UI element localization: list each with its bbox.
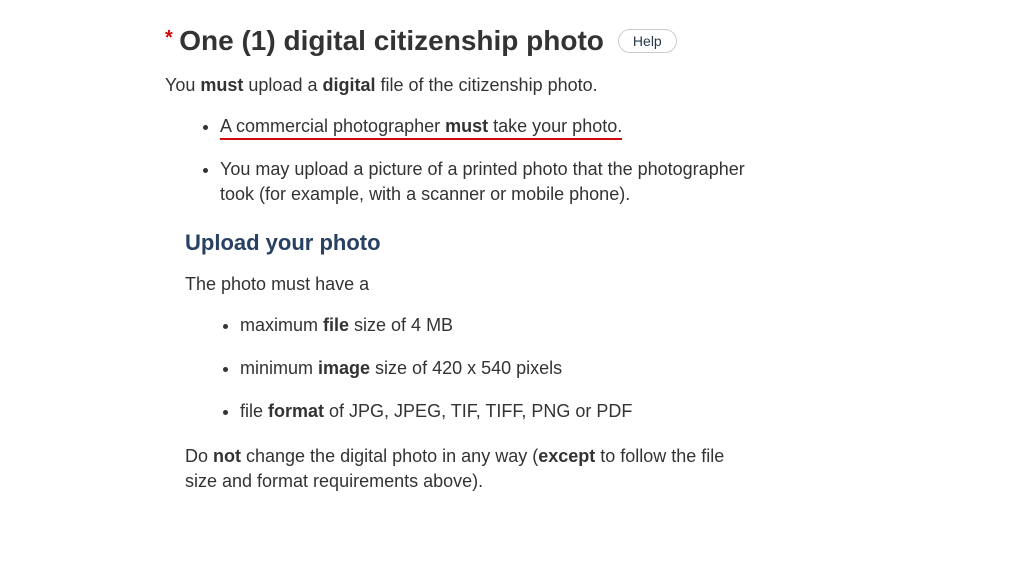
text: A commercial photographer xyxy=(220,116,445,136)
sub-intro-text: The photo must have a xyxy=(185,274,1024,295)
help-button[interactable]: Help xyxy=(618,29,677,53)
text-bold: image xyxy=(318,358,370,378)
text: take your photo. xyxy=(488,116,622,136)
list-item: file format of JPG, JPEG, TIF, TIFF, PNG… xyxy=(240,399,1024,424)
text-bold: digital xyxy=(322,75,375,95)
text: You xyxy=(165,75,200,95)
list-item: minimum image size of 420 x 540 pixels xyxy=(240,356,1024,381)
list-item: A commercial photographer must take your… xyxy=(220,114,760,139)
text: change the digital photo in any way ( xyxy=(241,446,538,466)
heading-row: * One (1) digital citizenship photo Help xyxy=(165,25,1024,57)
text-bold: must xyxy=(445,116,488,136)
text-bold: format xyxy=(268,401,324,421)
closing-text: Do not change the digital photo in any w… xyxy=(185,444,725,494)
text: Do xyxy=(185,446,213,466)
main-list: A commercial photographer must take your… xyxy=(165,114,1024,208)
text: file xyxy=(240,401,268,421)
text: maximum xyxy=(240,315,323,335)
text: size of 420 x 540 pixels xyxy=(370,358,562,378)
intro-text: You must upload a digital file of the ci… xyxy=(165,75,1024,96)
text-bold: file xyxy=(323,315,349,335)
list-item: maximum file size of 4 MB xyxy=(240,313,1024,338)
text: of JPG, JPEG, TIF, TIFF, PNG or PDF xyxy=(324,401,632,421)
list-item: You may upload a picture of a printed ph… xyxy=(220,157,760,207)
text-bold: must xyxy=(200,75,243,95)
text: file of the citizenship photo. xyxy=(375,75,597,95)
title-wrapper: * One (1) digital citizenship photo xyxy=(165,25,604,57)
underlined-requirement: A commercial photographer must take your… xyxy=(220,116,622,140)
text-bold: except xyxy=(538,446,595,466)
text: minimum xyxy=(240,358,318,378)
text-bold: not xyxy=(213,446,241,466)
page-title: One (1) digital citizenship photo xyxy=(179,25,604,56)
requirements-list: maximum file size of 4 MB minimum image … xyxy=(165,313,1024,425)
required-asterisk: * xyxy=(165,27,173,49)
text: upload a xyxy=(243,75,322,95)
upload-subheading: Upload your photo xyxy=(185,230,1024,256)
text: size of 4 MB xyxy=(349,315,453,335)
